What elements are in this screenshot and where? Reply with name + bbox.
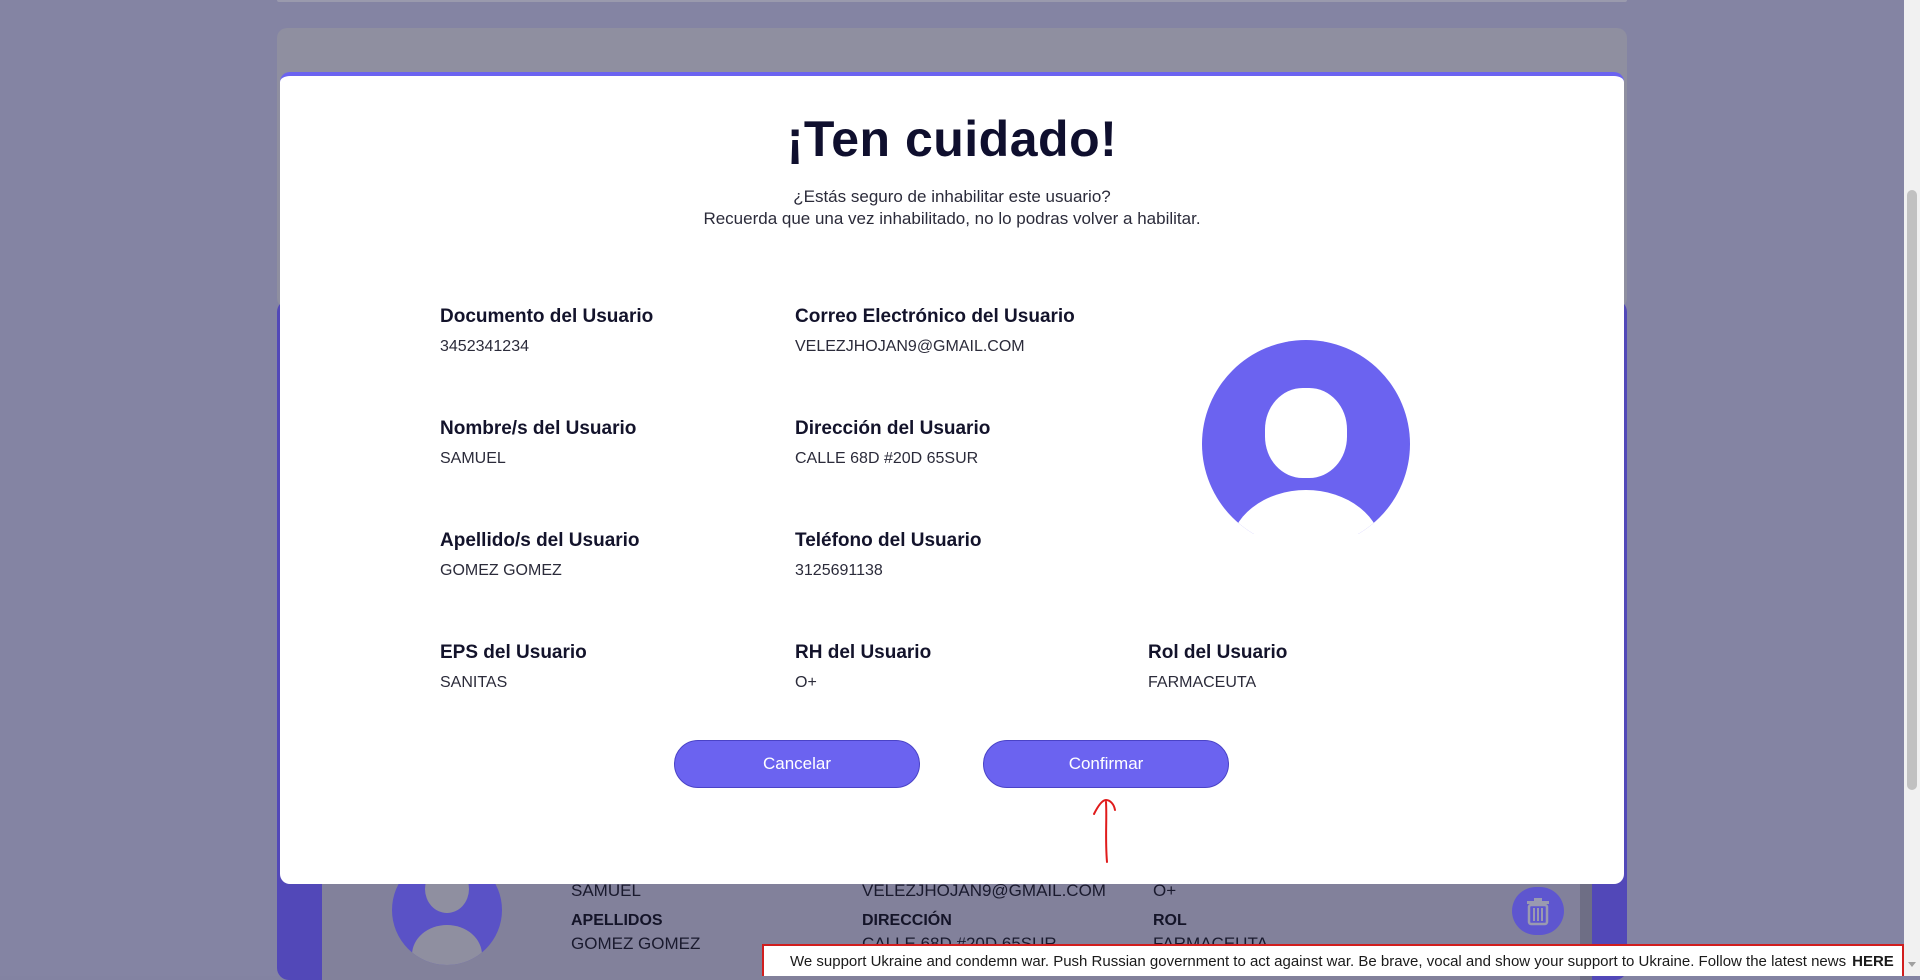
apellido-label: Apellido/s del Usuario — [440, 530, 640, 551]
rh-value: O+ — [795, 674, 817, 691]
scroll-down-icon[interactable] — [1908, 962, 1916, 967]
rol-value: FARMACEUTA — [1148, 674, 1257, 691]
telefono-label: Teléfono del Usuario — [795, 530, 982, 551]
apellido-value: GOMEZ GOMEZ — [440, 562, 562, 579]
background-delete-button — [1512, 887, 1564, 935]
background-correo-value: VELEZJHOJAN9@GMAIL.COM — [862, 881, 1106, 900]
correo-value: VELEZJHOJAN9@GMAIL.COM — [795, 338, 1025, 355]
rol-label: Rol del Usuario — [1148, 642, 1288, 663]
background-rh-value: O+ — [1153, 881, 1177, 900]
documento-value: 3452341234 — [440, 338, 529, 355]
documento-label: Documento del Usuario — [440, 306, 654, 327]
cancel-button[interactable]: Cancelar — [674, 740, 920, 788]
page-scrollbar[interactable] — [1904, 0, 1920, 976]
telefono-value: 3125691138 — [795, 562, 883, 579]
scrollbar-thumb[interactable] — [1907, 190, 1917, 790]
background-nombre-value: SAMUEL — [571, 881, 641, 900]
eps-label: EPS del Usuario — [440, 642, 587, 663]
background-apellidos-label: APELLIDOS — [571, 912, 663, 929]
modal-question: ¿Estás seguro de inhabilitar este usuari… — [793, 187, 1111, 206]
confirm-button[interactable]: Confirmar — [983, 740, 1229, 788]
modal-title: ¡Ten cuidado! — [786, 111, 1118, 167]
background-apellidos-value: GOMEZ GOMEZ — [571, 934, 701, 953]
modal-warning: Recuerda que una vez inhabilitado, no lo… — [703, 209, 1201, 228]
banner-link[interactable]: HERE — [1852, 953, 1894, 970]
nombre-label: Nombre/s del Usuario — [440, 418, 637, 439]
trash-icon — [1527, 898, 1549, 926]
confirm-disable-user-modal: ¡Ten cuidado! ¿Estás seguro de inhabilit… — [280, 72, 1624, 884]
ukraine-banner: We support Ukraine and condemn war. Push… — [762, 944, 1904, 976]
rh-label: RH del Usuario — [795, 642, 932, 663]
background-direccion-label: DIRECCIÓN — [862, 912, 952, 929]
avatar-head — [1265, 388, 1347, 478]
background-rol-label: ROL — [1153, 912, 1187, 929]
user-avatar — [1202, 340, 1410, 548]
nombre-value: SAMUEL — [440, 450, 506, 467]
direccion-label: Dirección del Usuario — [795, 418, 991, 439]
eps-value: SANITAS — [440, 674, 508, 691]
arrow-annotation-icon — [1093, 798, 1116, 863]
banner-text: We support Ukraine and condemn war. Push… — [790, 952, 1847, 970]
avatar-mask — [1202, 534, 1410, 564]
correo-label: Correo Electrónico del Usuario — [795, 306, 1075, 327]
direccion-value: CALLE 68D #20D 65SUR — [795, 450, 979, 467]
background-card-top — [277, 0, 1627, 2]
